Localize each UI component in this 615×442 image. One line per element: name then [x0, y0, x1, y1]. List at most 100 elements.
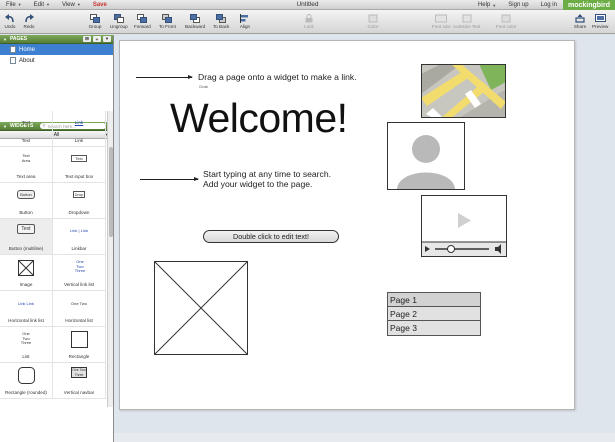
color-button[interactable]: Color: [366, 12, 380, 29]
edit-menu-label: Edit: [33, 1, 44, 8]
hint-typing-line-2: Add your widget to the page.: [203, 178, 313, 189]
widget-label: Button: [19, 210, 33, 215]
font-size-button[interactable]: Font size: [432, 12, 451, 29]
group-button[interactable]: Group: [88, 12, 102, 29]
view-menu[interactable]: View ▼: [62, 2, 81, 8]
undo-label: Undo: [4, 24, 16, 29]
to-back-button[interactable]: To Back: [213, 12, 229, 29]
autosize-text-button[interactable]: Autosize Text: [453, 12, 480, 29]
widget-rectangle[interactable]: Rectangle: [53, 327, 106, 363]
widget-button-multiline[interactable]: Text Button (multiline): [0, 219, 53, 255]
page-options-icon[interactable]: ▾: [103, 36, 111, 42]
ungroup-button[interactable]: Ungroup: [110, 12, 128, 29]
font-color-button[interactable]: Font color: [496, 12, 516, 29]
widget-label: Link: [74, 138, 84, 143]
page-item-label: Home: [19, 46, 36, 53]
rectangle-icon: [70, 331, 88, 348]
autosize-text-label: Autosize Text: [453, 24, 481, 29]
widget-label: Image: [19, 282, 33, 287]
share-label: Share: [573, 24, 587, 29]
widget-linkbar[interactable]: Link | Link Linkbar: [53, 219, 106, 255]
page-list-item[interactable]: Page 1: [388, 293, 480, 307]
group-icon: [88, 12, 102, 24]
chevron-down-icon: ▼: [17, 2, 22, 7]
hint-drag-small-text: Grab: [199, 84, 208, 89]
add-page-button[interactable]: +: [93, 36, 101, 42]
video-player-widget[interactable]: [421, 195, 507, 257]
signup-link[interactable]: Sign up: [508, 2, 528, 8]
widget-preview: Text Area: [21, 153, 31, 163]
arrow-icon: [136, 75, 193, 79]
widget-image[interactable]: Image: [0, 255, 53, 291]
widget-vertical-link-list[interactable]: One Two Three Vertical link list: [53, 255, 106, 291]
image-placeholder-widget[interactable]: [154, 261, 248, 355]
backward-button[interactable]: Backward: [185, 12, 205, 29]
page-tree-icon[interactable]: ⊞: [83, 36, 91, 42]
widget-dropdown[interactable]: Drop Dropdown: [53, 183, 106, 219]
undo-button[interactable]: Undo: [3, 12, 17, 29]
widget-label: Rectangle: [68, 354, 90, 359]
widget-horizontal-list[interactable]: One Two Horizontal list: [53, 291, 106, 327]
widget-button[interactable]: Button Button: [0, 183, 53, 219]
font-size-icon: [434, 12, 448, 24]
align-label: Align: [239, 24, 251, 29]
undo-icon: [3, 12, 17, 24]
widget-vertical-navbar[interactable]: One Two Three Vertical navbar: [53, 363, 106, 399]
widget-text-area[interactable]: Text Area Text area: [0, 147, 53, 183]
vertical-navbar-preview: One Two Three: [71, 367, 87, 378]
widget-preview: Text: [21, 120, 31, 125]
page-item-home[interactable]: Home: [0, 44, 113, 55]
help-menu[interactable]: Help ▼: [478, 2, 496, 8]
widget-text[interactable]: Text Text: [0, 111, 53, 147]
widget-list[interactable]: One Two Three List: [0, 327, 53, 363]
widget-preview: Text: [0, 224, 52, 234]
map-widget[interactable]: [421, 64, 506, 118]
lock-label: Lock: [304, 24, 314, 29]
page-item-about[interactable]: About: [0, 55, 113, 66]
widget-panel-scrollbar[interactable]: [107, 111, 113, 407]
save-button[interactable]: Save: [93, 2, 107, 8]
page-list-widget[interactable]: Page 1 Page 2 Page 3: [387, 292, 481, 336]
to-front-label: To Front: [159, 24, 176, 29]
forward-button[interactable]: Forward: [134, 12, 151, 29]
widget-label: Button (multiline): [8, 246, 44, 251]
widget-horizontal-link-list[interactable]: Link Link Horizontal link list: [0, 291, 53, 327]
to-front-button[interactable]: To Front: [159, 12, 176, 29]
welcome-heading[interactable]: Welcome!: [170, 95, 348, 142]
backward-label: Backward: [185, 24, 206, 29]
canvas-button-widget[interactable]: Double click to edit text!: [203, 230, 339, 243]
widget-link[interactable]: Link Link: [53, 111, 106, 147]
autosize-text-icon: [460, 12, 474, 24]
collapse-triangle-icon: ▼: [3, 36, 7, 42]
widget-rectangle-rounded[interactable]: Rectangle (rounded): [0, 363, 53, 399]
avatar-widget[interactable]: [387, 122, 465, 190]
hint-drag-text: Drag a page onto a widget to make a link…: [198, 72, 357, 82]
canvas-horizontal-scrollbar[interactable]: [114, 433, 615, 442]
scrollbar-thumb[interactable]: [109, 147, 113, 237]
to-front-icon: [160, 12, 174, 24]
widget-label: Horizontal list: [65, 318, 93, 323]
widget-text-input-box[interactable]: Text Text input box: [53, 147, 106, 183]
page-icon: [10, 57, 16, 64]
redo-button[interactable]: Redo: [22, 12, 36, 29]
login-link[interactable]: Log in: [541, 2, 557, 8]
color-icon: [366, 12, 380, 24]
font-size-label: Font size: [432, 24, 451, 29]
lock-button[interactable]: Lock: [302, 12, 316, 29]
align-button[interactable]: Align: [238, 12, 252, 29]
edit-menu[interactable]: Edit ▼: [34, 2, 50, 8]
view-menu-label: View: [61, 1, 75, 8]
share-button[interactable]: Share: [573, 12, 587, 29]
widget-preview: Button: [0, 190, 52, 199]
menu-bar-right: Help ▼ Sign up Log in mockingbird: [472, 0, 615, 10]
widget-preview: One Two Three: [20, 331, 32, 345]
preview-button[interactable]: Preview: [592, 12, 608, 29]
page-list-item[interactable]: Page 2: [388, 307, 480, 321]
file-menu[interactable]: File ▼: [6, 2, 22, 8]
rounded-rectangle-icon: [17, 367, 35, 384]
redo-icon: [22, 12, 36, 24]
chevron-down-icon: ▼: [76, 2, 81, 7]
pages-panel-header[interactable]: ▼ PAGES ⊞ + ▾: [0, 35, 113, 44]
preview-icon: [593, 12, 607, 24]
page-list-item[interactable]: Page 3: [388, 321, 480, 335]
